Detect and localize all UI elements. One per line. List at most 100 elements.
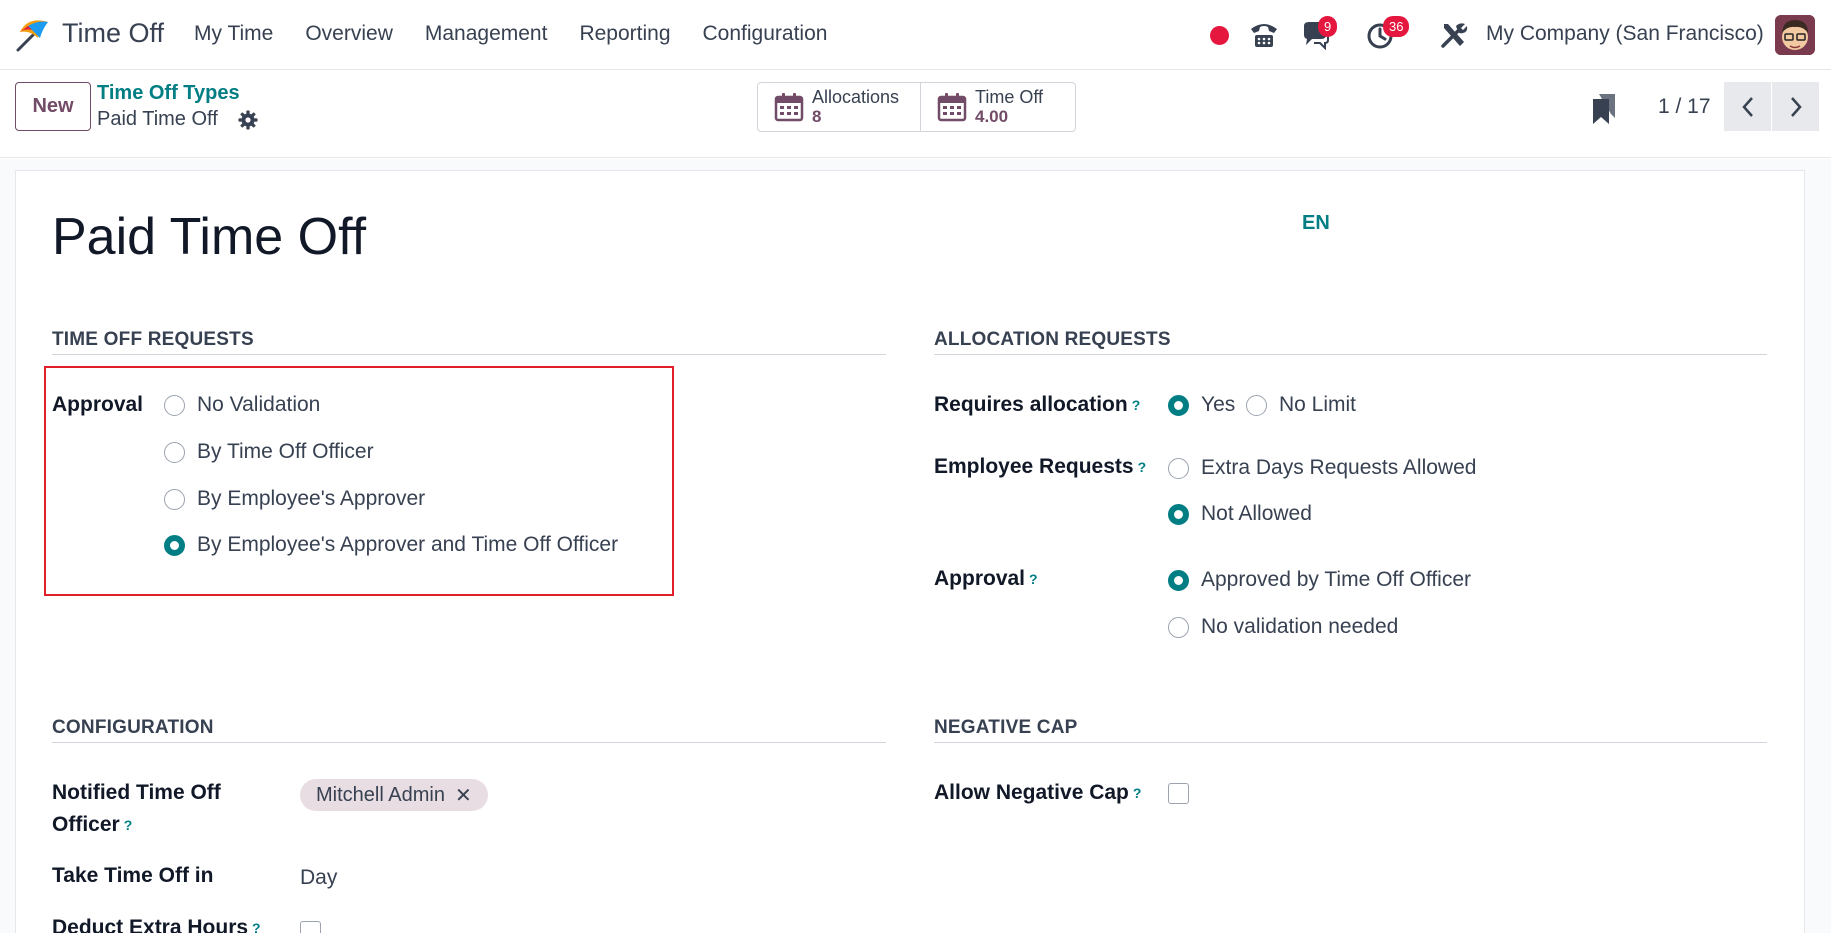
- allow-negative-cap-text: Allow Negative Cap: [934, 781, 1129, 804]
- activities-badge: 36: [1383, 16, 1410, 37]
- section-divider: [934, 742, 1767, 743]
- allow-negative-cap-label: Allow Negative Cap?: [934, 777, 1141, 809]
- record-title[interactable]: Paid Time Off: [52, 207, 366, 267]
- approval-label: Approval: [52, 393, 144, 416]
- radio-circle-selected[interactable]: [1168, 394, 1189, 416]
- radio-circle[interactable]: [1168, 616, 1189, 638]
- officer-tag-label: Mitchell Admin: [316, 783, 445, 806]
- option-label: No validation needed: [1201, 615, 1399, 638]
- control-panel: New Time Off Types Paid Time Off Allocat…: [0, 70, 1831, 158]
- chevron-right-icon: [1790, 96, 1802, 117]
- radio-circle-selected[interactable]: [1168, 503, 1189, 525]
- menu-management[interactable]: Management: [425, 22, 548, 46]
- deduct-extra-hours-label: Deduct Extra Hours?: [52, 912, 261, 933]
- menu-my-time[interactable]: My Time: [194, 22, 273, 46]
- section-divider: [52, 742, 886, 743]
- bookmark-icon[interactable]: [1590, 92, 1618, 126]
- employee-requests-label: Employee Requests?: [934, 451, 1146, 483]
- allow-negative-cap-checkbox[interactable]: [1168, 783, 1189, 804]
- language-switch[interactable]: EN: [1302, 212, 1330, 235]
- radio-requires-no-limit[interactable]: No Limit: [1246, 393, 1356, 417]
- officer-tag[interactable]: Mitchell Admin ✕: [300, 779, 488, 811]
- radio-requires-yes[interactable]: Yes: [1168, 393, 1235, 417]
- radio-circle[interactable]: [164, 441, 185, 463]
- radio-by-approver-and-officer[interactable]: By Employee's Approver and Time Off Offi…: [164, 533, 618, 557]
- help-tooltip-icon[interactable]: ?: [1132, 397, 1141, 413]
- help-tooltip-icon[interactable]: ?: [124, 817, 133, 833]
- allocations-count: 8: [812, 107, 822, 126]
- radio-no-validation[interactable]: No Validation: [164, 393, 320, 417]
- pager-next-button[interactable]: [1772, 82, 1819, 131]
- section-configuration: CONFIGURATION: [52, 717, 214, 738]
- notified-officer-label-line2: Officer?: [52, 809, 132, 841]
- tools-icon[interactable]: [1438, 20, 1470, 50]
- option-label: Not Allowed: [1201, 502, 1312, 525]
- radio-extra-days-allowed[interactable]: Extra Days Requests Allowed: [1168, 456, 1476, 480]
- user-avatar[interactable]: [1775, 15, 1815, 55]
- pager-value[interactable]: 1 / 17: [1658, 95, 1711, 119]
- section-negative-cap: NEGATIVE CAP: [934, 717, 1078, 738]
- option-label: By Employee's Approver and Time Off Offi…: [197, 533, 619, 556]
- option-label: No Limit: [1279, 393, 1357, 416]
- option-label: By Time Off Officer: [197, 440, 374, 463]
- option-label: Yes: [1201, 393, 1236, 416]
- menu-overview[interactable]: Overview: [305, 22, 393, 46]
- radio-circle[interactable]: [164, 394, 185, 416]
- allocation-approval-text: Approval: [934, 567, 1026, 590]
- option-label: No Validation: [197, 393, 321, 416]
- allocation-approval-label: Approval?: [934, 563, 1038, 595]
- help-tooltip-icon[interactable]: ?: [1133, 785, 1142, 801]
- option-label: Extra Days Requests Allowed: [1201, 456, 1477, 479]
- remove-tag-icon[interactable]: ✕: [455, 783, 472, 808]
- radio-circle-selected[interactable]: [164, 534, 185, 556]
- take-time-off-value[interactable]: Day: [300, 866, 337, 890]
- help-tooltip-icon[interactable]: ?: [1138, 459, 1147, 475]
- radio-no-validation-needed[interactable]: No validation needed: [1168, 615, 1398, 639]
- requires-allocation-label: Requires allocation?: [934, 389, 1140, 421]
- time-off-smart-button[interactable]: Time Off 4.00: [920, 83, 1075, 131]
- take-time-off-label: Take Time Off in: [52, 864, 214, 887]
- radio-by-time-off-officer[interactable]: By Time Off Officer: [164, 440, 374, 464]
- app-name[interactable]: Time Off: [62, 18, 164, 49]
- gear-icon[interactable]: [238, 110, 258, 130]
- recording-indicator-icon[interactable]: [1210, 26, 1229, 45]
- main-menu: My Time Overview Management Reporting Co…: [194, 22, 859, 46]
- option-label: By Employee's Approver: [197, 487, 426, 510]
- new-button[interactable]: New: [15, 82, 91, 131]
- section-allocation-requests: ALLOCATION REQUESTS: [934, 329, 1171, 350]
- time-off-app-icon[interactable]: [14, 16, 52, 54]
- calendar-icon: [937, 93, 967, 122]
- radio-by-employees-approver[interactable]: By Employee's Approver: [164, 487, 425, 511]
- notified-officer-label-line1: Notified Time Off: [52, 781, 221, 804]
- requires-allocation-text: Requires allocation: [934, 393, 1128, 416]
- employee-requests-text: Employee Requests: [934, 455, 1134, 478]
- breadcrumb-current: Paid Time Off: [97, 108, 218, 130]
- menu-configuration[interactable]: Configuration: [703, 22, 828, 46]
- option-label: Approved by Time Off Officer: [1201, 568, 1472, 591]
- top-navbar: Time Off My Time Overview Management Rep…: [0, 0, 1831, 70]
- calendar-icon: [774, 93, 804, 122]
- smart-buttons: Allocations 8 Time Off 4.00: [757, 82, 1076, 132]
- pager-previous-button[interactable]: [1724, 82, 1771, 131]
- deduct-extra-hours-checkbox[interactable]: [300, 921, 321, 933]
- breadcrumb-parent-link[interactable]: Time Off Types: [97, 82, 240, 105]
- allocations-smart-button[interactable]: Allocations 8: [758, 83, 920, 131]
- phone-icon[interactable]: [1248, 20, 1280, 50]
- help-tooltip-icon[interactable]: ?: [252, 920, 261, 933]
- radio-approved-by-officer[interactable]: Approved by Time Off Officer: [1168, 568, 1471, 592]
- radio-circle-selected[interactable]: [1168, 569, 1189, 591]
- section-time-off-requests: TIME OFF REQUESTS: [52, 329, 254, 350]
- menu-reporting[interactable]: Reporting: [579, 22, 670, 46]
- radio-circle[interactable]: [1168, 457, 1189, 479]
- allocations-label: Allocations: [812, 87, 900, 107]
- company-switcher[interactable]: My Company (San Francisco): [1486, 22, 1764, 46]
- notified-officer-text: Officer: [52, 813, 120, 836]
- time-off-label: Time Off: [975, 87, 1044, 107]
- help-tooltip-icon[interactable]: ?: [1029, 571, 1038, 587]
- radio-circle[interactable]: [164, 488, 185, 510]
- deduct-extra-hours-text: Deduct Extra Hours: [52, 916, 249, 933]
- radio-not-allowed[interactable]: Not Allowed: [1168, 502, 1312, 526]
- radio-circle[interactable]: [1246, 394, 1267, 416]
- section-divider: [52, 354, 886, 355]
- section-divider: [934, 354, 1767, 355]
